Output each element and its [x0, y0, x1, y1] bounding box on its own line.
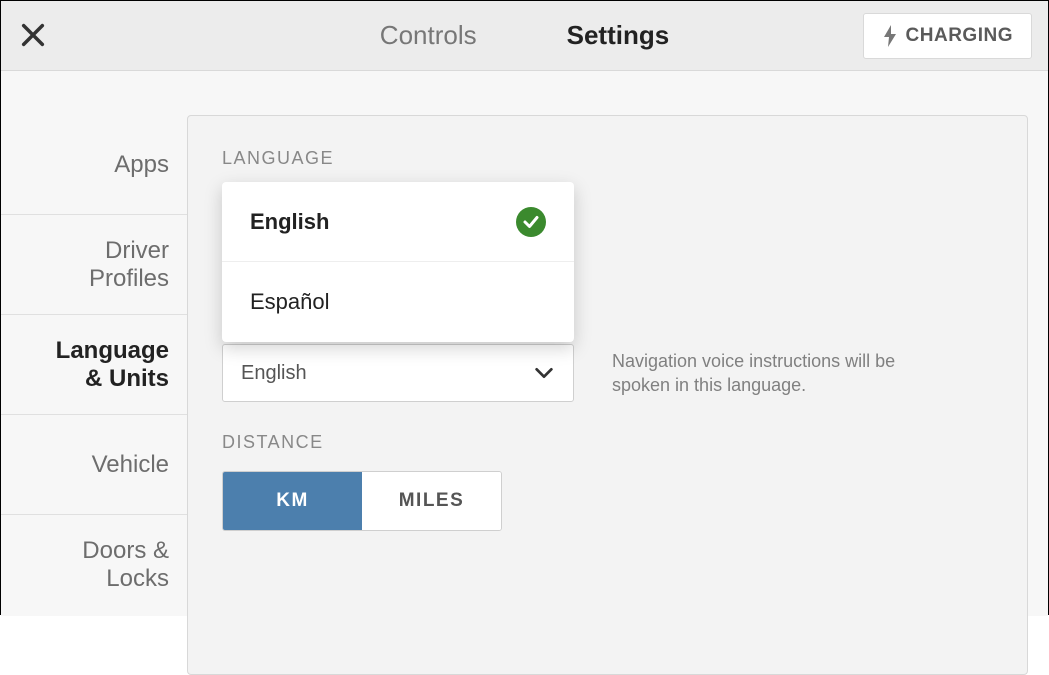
- close-icon: [19, 21, 47, 49]
- select-value: English: [241, 362, 307, 385]
- sidebar-item-driver-profiles[interactable]: Driver Profiles: [1, 215, 187, 315]
- sidebar-item-label: Driver Profiles: [89, 237, 169, 292]
- sidebar-item-label: Vehicle: [92, 451, 169, 479]
- sidebar-item-label: Language & Units: [56, 337, 169, 392]
- sidebar-item-language-units[interactable]: Language & Units: [1, 315, 187, 415]
- distance-section: DISTANCE KM MILES: [222, 432, 502, 531]
- dropdown-option-label: Español: [250, 289, 330, 315]
- charging-button[interactable]: CHARGING: [863, 13, 1032, 59]
- sidebar-item-doors-locks[interactable]: Doors & Locks: [1, 515, 187, 615]
- distance-option-km[interactable]: KM: [223, 472, 362, 530]
- content-panel: LANGUAGE English Español English Navigat…: [187, 115, 1028, 675]
- tab-controls[interactable]: Controls: [380, 20, 477, 51]
- sidebar-item-label: Doors & Locks: [82, 537, 169, 592]
- charging-label: CHARGING: [906, 25, 1013, 47]
- distance-toggle: KM MILES: [222, 471, 502, 531]
- language-dropdown-popup: English Español: [222, 182, 574, 342]
- distance-section-label: DISTANCE: [222, 432, 502, 453]
- body: Apps Driver Profiles Language & Units Ve…: [1, 71, 1048, 616]
- sidebar-item-apps[interactable]: Apps: [1, 115, 187, 215]
- chevron-down-icon: [533, 362, 555, 384]
- navigation-language-hint: Navigation voice instructions will be sp…: [612, 349, 902, 398]
- sidebar-item-label: Apps: [114, 151, 169, 179]
- dropdown-option-label: English: [250, 209, 329, 235]
- language-section-label: LANGUAGE: [222, 148, 993, 169]
- header-bar: Controls Settings CHARGING: [1, 1, 1048, 71]
- close-button[interactable]: [19, 21, 47, 49]
- sidebar: Apps Driver Profiles Language & Units Ve…: [1, 71, 187, 616]
- navigation-language-row: English Navigation voice instructions wi…: [222, 344, 962, 402]
- check-icon: [516, 207, 546, 237]
- sidebar-item-vehicle[interactable]: Vehicle: [1, 415, 187, 515]
- dropdown-option-espanol[interactable]: Español: [222, 262, 574, 342]
- dropdown-option-english[interactable]: English: [222, 182, 574, 262]
- lightning-icon: [882, 25, 898, 47]
- distance-option-miles[interactable]: MILES: [362, 472, 501, 530]
- navigation-language-select[interactable]: English: [222, 344, 574, 402]
- tab-settings[interactable]: Settings: [567, 20, 670, 51]
